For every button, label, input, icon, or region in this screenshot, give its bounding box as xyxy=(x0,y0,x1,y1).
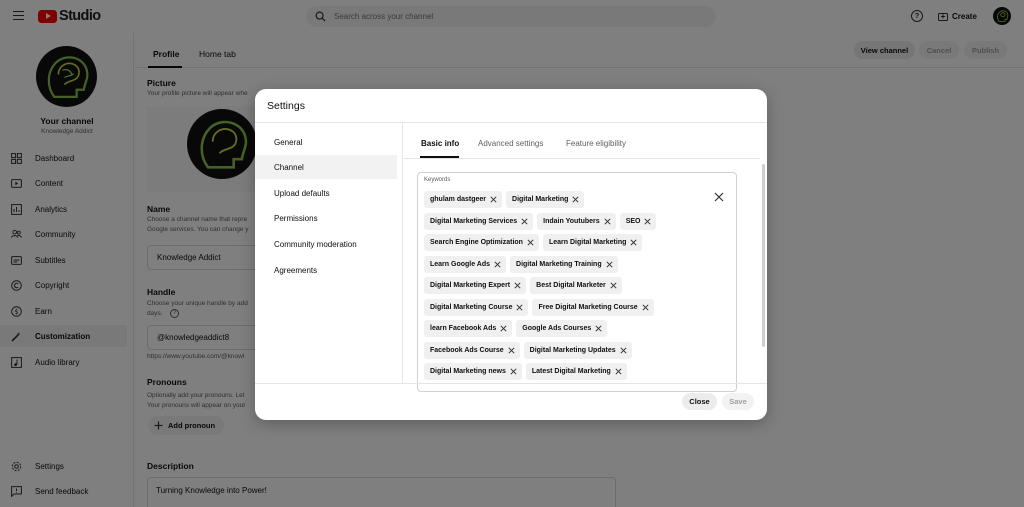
keyword-chip[interactable]: Digital Marketing xyxy=(506,191,585,208)
remove-keyword-icon[interactable] xyxy=(615,368,622,375)
remove-keyword-icon[interactable] xyxy=(595,325,602,332)
keyword-chip-label: Best Digital Marketer xyxy=(536,282,606,289)
tab-feature-eligibility[interactable]: Feature eligibility xyxy=(566,139,626,148)
tab-basic-info[interactable]: Basic info xyxy=(421,139,459,148)
tabs-divider xyxy=(404,158,760,159)
keyword-chip[interactable]: Latest Digital Marketing xyxy=(525,363,627,380)
keyword-row: Digital Marketing Course Free Digital Mar… xyxy=(424,298,704,316)
keyword-chip[interactable]: ghulam dastgeer xyxy=(424,191,503,208)
keyword-row: Learn Google Ads Digital Marketing Traini… xyxy=(424,255,704,273)
remove-keyword-icon[interactable] xyxy=(604,217,611,225)
keyword-row: ghulam dastgeer Digital Marketing xyxy=(424,191,704,208)
settings-nav-general[interactable]: General xyxy=(255,130,397,154)
keywords-label: Keywords xyxy=(424,177,451,183)
keyword-chip[interactable]: Digital Marketing Services xyxy=(424,212,534,230)
keyword-row: learn Facebook Ads Google Ads Courses xyxy=(424,320,704,337)
remove-keyword-icon[interactable] xyxy=(527,239,534,246)
remove-keyword-icon[interactable] xyxy=(514,282,521,289)
keyword-row: Digital Marketing news Latest Digital Mar… xyxy=(424,363,704,380)
keyword-chip-label: ghulam dastgeer xyxy=(430,196,487,203)
keyword-chip[interactable]: Digital Marketing Training xyxy=(510,255,618,273)
keyword-chip-label: Digital Marketing Course xyxy=(430,303,513,311)
keyword-chip-label: Free Digital Marketing Course xyxy=(538,303,638,311)
remove-keyword-icon[interactable] xyxy=(490,196,497,203)
keyword-chip-label: Learn Digital Marketing xyxy=(548,239,627,246)
remove-keyword-icon[interactable] xyxy=(572,196,579,203)
remove-keyword-icon[interactable] xyxy=(644,217,652,225)
keyword-chip[interactable]: Digital Marketing Expert xyxy=(424,277,527,294)
active-tab-indicator xyxy=(420,156,459,158)
settings-nav-community-moderation[interactable]: Community moderation xyxy=(255,232,397,256)
keyword-chip-label: Latest Digital Marketing xyxy=(531,368,611,375)
remove-keyword-icon[interactable] xyxy=(500,325,507,332)
dialog-title: Settings xyxy=(267,100,305,112)
keyword-chip[interactable]: Digital Marketing news xyxy=(424,363,522,380)
settings-dialog: Settings General Channel Upload defaults… xyxy=(255,89,767,420)
remove-keyword-icon[interactable] xyxy=(630,239,637,246)
keyword-chip[interactable]: Free Digital Marketing Course xyxy=(532,298,654,316)
keyword-chips: ghulam dastgeer Digital Marketing Digital … xyxy=(424,191,704,380)
keyword-chip-label: Digital Marketing Services xyxy=(430,217,518,225)
keyword-chip-label: Digital Marketing Expert xyxy=(430,282,511,289)
remove-keyword-icon[interactable] xyxy=(620,346,627,354)
tab-advanced-settings[interactable]: Advanced settings xyxy=(478,139,543,148)
keyword-chip-label: Search Engine Optimization xyxy=(430,239,523,246)
keywords-field[interactable]: Keywords ghulam dastgeer Digital Marketin… xyxy=(417,172,737,392)
remove-keyword-icon[interactable] xyxy=(521,217,528,225)
keyword-chip-label: Digital Marketing news xyxy=(430,368,506,375)
settings-nav-channel[interactable]: Channel xyxy=(255,155,397,179)
keyword-chip-label: SEO xyxy=(625,217,641,225)
keyword-chip[interactable]: Learn Digital Marketing xyxy=(542,234,643,251)
keyword-chip[interactable]: learn Facebook Ads xyxy=(424,320,513,337)
keyword-row: Search Engine Optimization Learn Digital … xyxy=(424,234,704,251)
settings-nav-agreements[interactable]: Agreements xyxy=(255,258,397,282)
remove-keyword-icon[interactable] xyxy=(494,260,501,268)
keyword-chip[interactable]: Google Ads Courses xyxy=(516,320,608,337)
keyword-chip[interactable]: Digital Marketing Course xyxy=(424,298,529,316)
keyword-chip-label: Digital Marketing Training xyxy=(516,260,602,268)
close-button[interactable]: Close xyxy=(682,393,717,410)
clear-keywords-icon[interactable] xyxy=(712,190,726,204)
keyword-chip[interactable]: Indain Youtubers xyxy=(537,212,616,230)
keyword-chip[interactable]: SEO xyxy=(619,212,657,230)
keyword-chip[interactable]: Facebook Ads Course xyxy=(424,341,520,359)
keyword-row: Digital Marketing Expert Best Digital Mar… xyxy=(424,277,704,294)
keyword-chip-label: Digital Marketing Updates xyxy=(529,346,616,354)
keyword-chip-label: Facebook Ads Course xyxy=(430,346,504,354)
keyword-chip[interactable]: Digital Marketing Updates xyxy=(523,341,632,359)
keyword-chip-label: Google Ads Courses xyxy=(522,325,592,332)
remove-keyword-icon[interactable] xyxy=(610,282,617,289)
remove-keyword-icon[interactable] xyxy=(642,303,649,311)
keyword-chip[interactable]: Learn Google Ads xyxy=(424,255,507,273)
keyword-chip-label: Digital Marketing xyxy=(512,196,569,203)
keyword-chip-label: learn Facebook Ads xyxy=(430,325,497,332)
settings-nav: General Channel Upload defaults Permissi… xyxy=(255,123,403,383)
settings-nav-upload-defaults[interactable]: Upload defaults xyxy=(255,181,397,205)
scrollbar[interactable] xyxy=(762,164,765,347)
keyword-chip-label: Learn Google Ads xyxy=(430,260,491,268)
settings-nav-permissions[interactable]: Permissions xyxy=(255,206,397,230)
keyword-row: Facebook Ads Course Digital Marketing Upd… xyxy=(424,341,704,359)
keyword-chip[interactable]: Best Digital Marketer xyxy=(530,277,622,294)
keyword-chip-label: Indain Youtubers xyxy=(543,217,600,225)
remove-keyword-icon[interactable] xyxy=(508,346,515,354)
remove-keyword-icon[interactable] xyxy=(606,260,613,268)
remove-keyword-icon[interactable] xyxy=(516,303,524,311)
save-button[interactable]: Save xyxy=(722,393,754,410)
remove-keyword-icon[interactable] xyxy=(510,368,517,375)
keyword-row: Digital Marketing Services Indain Youtube… xyxy=(424,212,704,230)
divider xyxy=(255,383,767,384)
keyword-chip[interactable]: Search Engine Optimization xyxy=(424,234,539,251)
